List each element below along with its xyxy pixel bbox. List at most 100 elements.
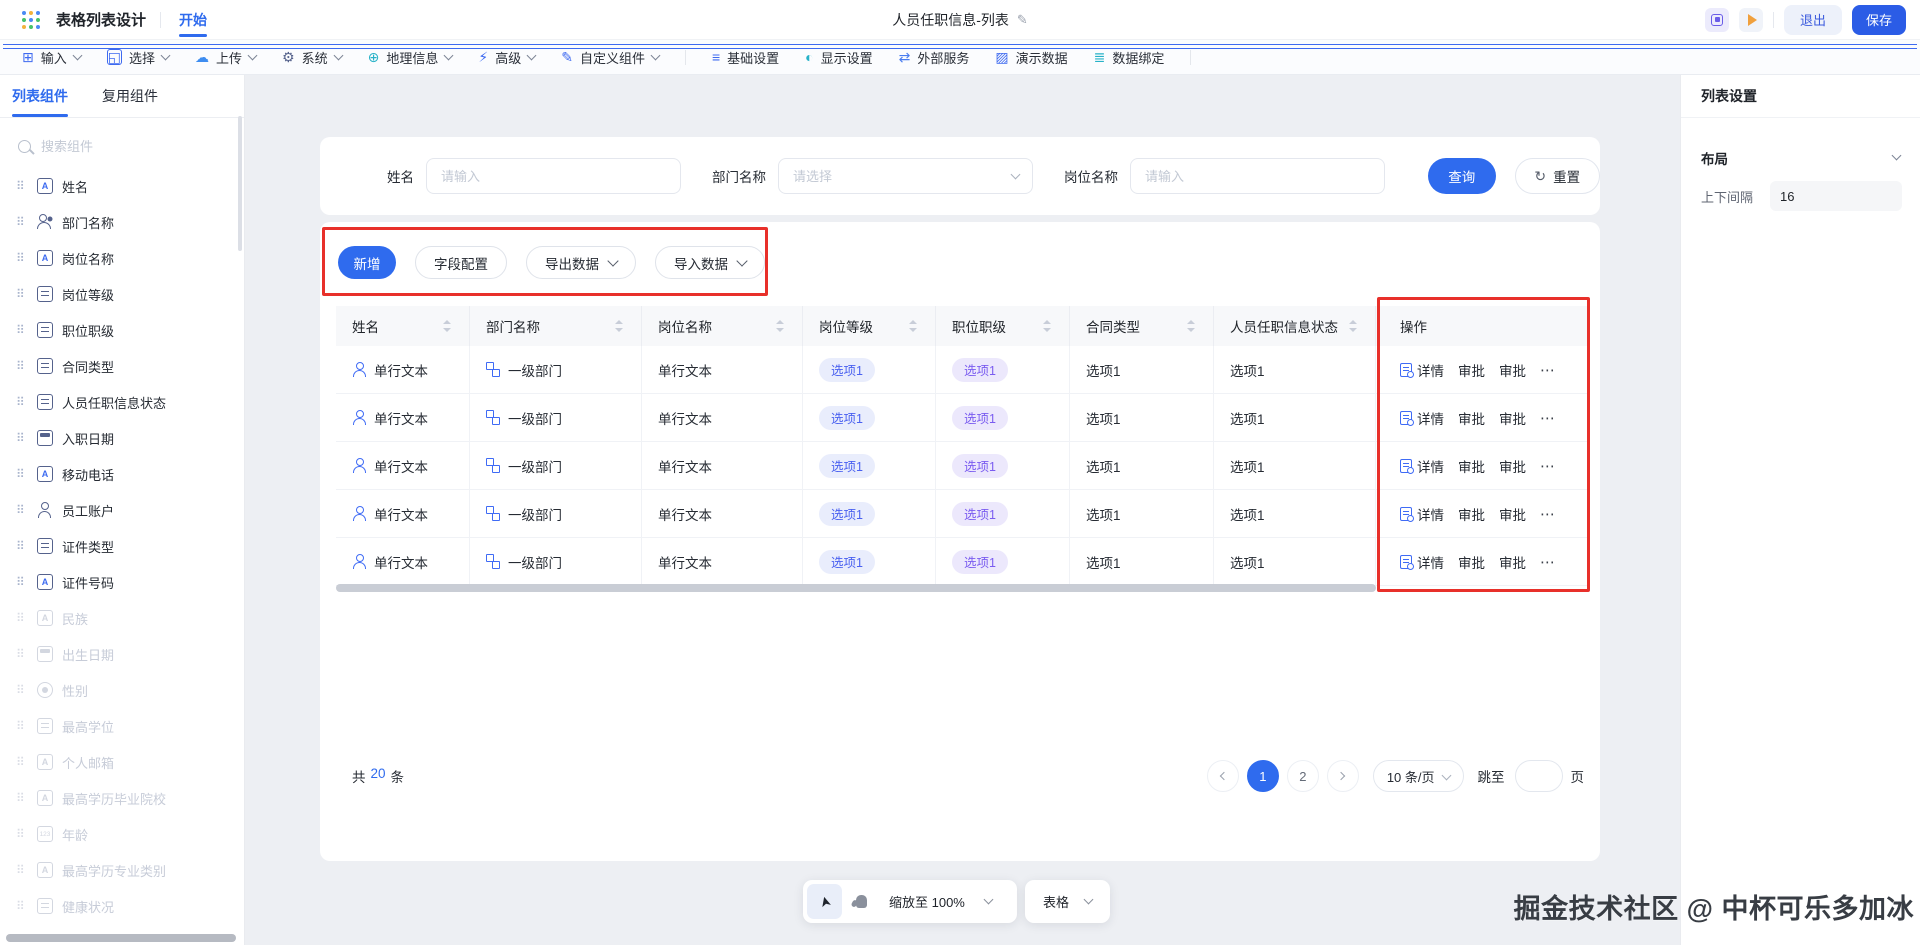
- approve-link[interactable]: 审批: [1458, 408, 1485, 428]
- filter-field-input[interactable]: [1130, 158, 1385, 194]
- drag-handle-icon[interactable]: ⠿: [16, 468, 28, 480]
- table-header-cell[interactable]: 操作: [1376, 306, 1588, 346]
- drag-handle-icon[interactable]: ⠿: [16, 684, 28, 696]
- more-actions-icon[interactable]: ⋯: [1540, 457, 1556, 475]
- save-button[interactable]: 保存: [1852, 5, 1906, 35]
- sort-icon[interactable]: [1187, 319, 1195, 333]
- hand-tool-icon[interactable]: [856, 895, 867, 908]
- drag-handle-icon[interactable]: ⠿: [16, 540, 28, 552]
- approve-link[interactable]: 审批: [1458, 504, 1485, 524]
- detail-link[interactable]: 详情: [1400, 552, 1444, 572]
- drag-handle-icon[interactable]: ⠿: [16, 288, 28, 300]
- view-mode-select[interactable]: 表格: [1025, 880, 1110, 923]
- drag-handle-icon[interactable]: ⠿: [16, 396, 28, 408]
- edit-title-icon[interactable]: ✎: [1017, 12, 1028, 28]
- drag-handle-icon[interactable]: ⠿: [16, 756, 28, 768]
- component-item[interactable]: ⠿ 部门名称: [0, 204, 244, 240]
- table-header-cell[interactable]: 合同类型: [1070, 306, 1214, 346]
- detail-link[interactable]: 详情: [1400, 504, 1444, 524]
- component-item[interactable]: ⠿ 民族: [0, 600, 244, 636]
- sidebar-tab[interactable]: 复用组件: [102, 75, 158, 117]
- sort-icon[interactable]: [443, 319, 451, 333]
- component-item[interactable]: ⠿ 移动电话: [0, 456, 244, 492]
- fit-view-button[interactable]: [1705, 8, 1729, 32]
- component-item[interactable]: ⠿ 最高学位: [0, 708, 244, 744]
- sort-icon[interactable]: [615, 319, 623, 333]
- import-data-button[interactable]: 导入数据: [655, 246, 765, 279]
- prev-page-button[interactable]: [1207, 760, 1239, 792]
- ribbon-dropdown[interactable]: ⊞ 输入: [22, 48, 81, 67]
- component-item[interactable]: ⠿ 最高学历毕业院校: [0, 780, 244, 816]
- table-header-cell[interactable]: 岗位等级: [803, 306, 936, 346]
- filter-field-input[interactable]: [778, 158, 1033, 194]
- component-item[interactable]: ⠿ 员工账户: [0, 492, 244, 528]
- drag-handle-icon[interactable]: ⠿: [16, 612, 28, 624]
- component-item[interactable]: ⠿ 岗位名称: [0, 240, 244, 276]
- drag-handle-icon[interactable]: ⠿: [16, 900, 28, 912]
- detail-link[interactable]: 详情: [1400, 360, 1444, 380]
- sidebar-vertical-scrollbar[interactable]: [238, 116, 242, 251]
- drag-handle-icon[interactable]: ⠿: [16, 576, 28, 588]
- ribbon-dropdown[interactable]: ✎ 自定义组件: [561, 48, 659, 67]
- ribbon-dropdown[interactable]: ⚙ 系统: [282, 48, 342, 67]
- drag-handle-icon[interactable]: ⠿: [16, 216, 28, 228]
- component-item[interactable]: ⠿ 年龄: [0, 816, 244, 852]
- sort-icon[interactable]: [909, 319, 917, 333]
- ribbon-dropdown[interactable]: ◱ 选择: [107, 48, 169, 67]
- component-item[interactable]: ⠿ 证件类型: [0, 528, 244, 564]
- export-data-button[interactable]: 导出数据: [526, 246, 636, 279]
- drag-handle-icon[interactable]: ⠿: [16, 504, 28, 516]
- table-horizontal-scrollbar[interactable]: [336, 584, 1376, 592]
- table-header-cell[interactable]: 人员任职信息状态: [1214, 306, 1376, 346]
- ribbon-button[interactable]: ≡ 基础设置: [712, 48, 779, 67]
- reset-button[interactable]: ↻ 重置: [1515, 158, 1601, 194]
- approve-link[interactable]: 审批: [1499, 408, 1526, 428]
- table-header-cell[interactable]: 职位职级: [936, 306, 1070, 346]
- ribbon-button[interactable]: ▨ 演示数据: [995, 48, 1067, 67]
- drag-handle-icon[interactable]: ⠿: [16, 180, 28, 192]
- cursor-tool-button[interactable]: ➤: [807, 884, 842, 919]
- detail-link[interactable]: 详情: [1400, 408, 1444, 428]
- approve-link[interactable]: 审批: [1458, 360, 1485, 380]
- ribbon-button[interactable]: ⇄ 外部服务: [899, 48, 970, 67]
- sort-icon[interactable]: [1043, 319, 1051, 333]
- component-search-input[interactable]: [41, 139, 191, 154]
- component-item[interactable]: ⠿ 最高学历专业类别: [0, 852, 244, 888]
- more-actions-icon[interactable]: ⋯: [1540, 553, 1556, 571]
- approve-link[interactable]: 审批: [1499, 360, 1526, 380]
- component-item[interactable]: ⠿ 职位职级: [0, 312, 244, 348]
- sidebar-tab[interactable]: 列表组件: [12, 75, 68, 117]
- tab-start[interactable]: 开始: [175, 0, 211, 39]
- ribbon-dropdown[interactable]: ⊕ 地理信息: [368, 48, 453, 67]
- component-item[interactable]: ⠿ 出生日期: [0, 636, 244, 672]
- component-item[interactable]: ⠿ 证件号码: [0, 564, 244, 600]
- more-actions-icon[interactable]: ⋯: [1540, 409, 1556, 427]
- ribbon-button[interactable]: ≣ 数据绑定: [1094, 48, 1165, 67]
- component-item[interactable]: ⠿ 性别: [0, 672, 244, 708]
- table-header-cell[interactable]: 姓名: [336, 306, 470, 346]
- drag-handle-icon[interactable]: ⠿: [16, 828, 28, 840]
- drag-handle-icon[interactable]: ⠿: [16, 360, 28, 372]
- app-logo-icon[interactable]: [22, 11, 26, 15]
- component-item[interactable]: ⠿ 个人邮箱: [0, 744, 244, 780]
- approve-link[interactable]: 审批: [1458, 456, 1485, 476]
- filter-field-input[interactable]: [426, 158, 681, 194]
- drag-handle-icon[interactable]: ⠿: [16, 252, 28, 264]
- component-item[interactable]: ⠿ 姓名: [0, 168, 244, 204]
- drag-handle-icon[interactable]: ⠿: [16, 864, 28, 876]
- layout-section-header[interactable]: 布局: [1681, 140, 1920, 175]
- more-actions-icon[interactable]: ⋯: [1540, 361, 1556, 379]
- filter-input[interactable]: [441, 169, 666, 184]
- preview-button[interactable]: [1739, 8, 1763, 32]
- sidebar-horizontal-scrollbar[interactable]: [6, 934, 236, 942]
- next-page-button[interactable]: [1327, 760, 1359, 792]
- component-item[interactable]: ⠿ 入职日期: [0, 420, 244, 456]
- approve-link[interactable]: 审批: [1499, 504, 1526, 524]
- zoom-level-select[interactable]: 缩放至 100%: [889, 892, 965, 911]
- ribbon-dropdown[interactable]: ⚡ 高级: [478, 48, 535, 67]
- approve-link[interactable]: 审批: [1499, 552, 1526, 572]
- component-item[interactable]: ⠿ 健康状况: [0, 888, 244, 924]
- query-button[interactable]: 查询: [1428, 158, 1496, 194]
- drag-handle-icon[interactable]: ⠿: [16, 648, 28, 660]
- drag-handle-icon[interactable]: ⠿: [16, 432, 28, 444]
